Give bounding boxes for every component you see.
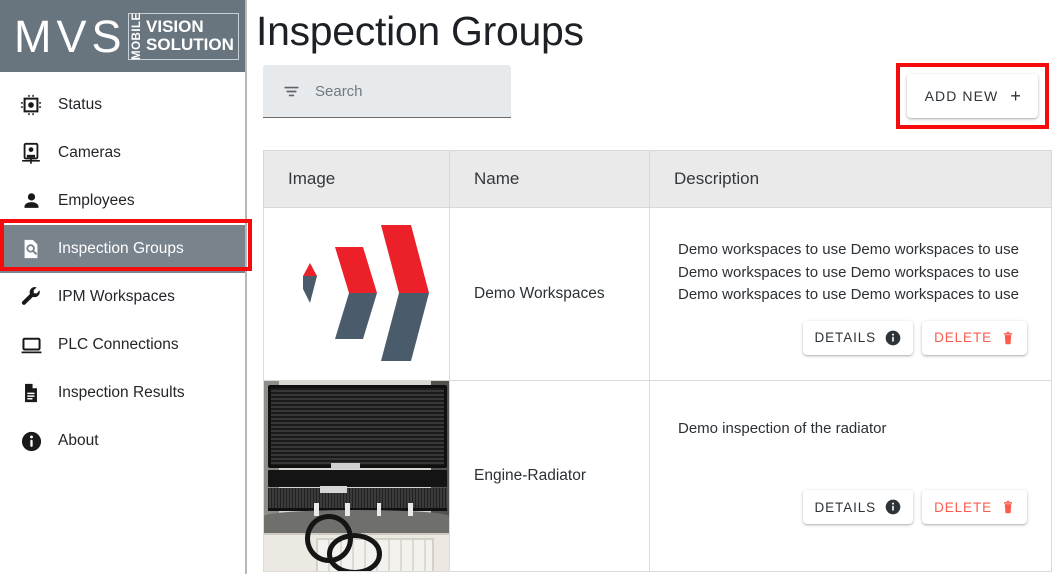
sidebar: MVS MOBILE VISION SOLUTION Status Camera… [0, 0, 252, 574]
table-row: Demo Workspaces Demo workspaces to use D… [263, 207, 1052, 381]
logo-solution-text: SOLUTION [146, 35, 234, 54]
info-icon [885, 330, 901, 346]
details-label: DETAILS [814, 499, 877, 515]
sidebar-item-label: IPM Workspaces [58, 288, 175, 306]
row-image-cell [263, 380, 450, 572]
camera-icon [18, 140, 44, 166]
plus-icon: + [1010, 86, 1022, 107]
sidebar-item-status[interactable]: Status [0, 81, 245, 129]
toolbar: ADD NEW + [247, 61, 1052, 130]
sidebar-item-label: Employees [58, 192, 135, 210]
sidebar-item-about[interactable]: About [0, 417, 245, 465]
sidebar-item-employees[interactable]: Employees [0, 177, 245, 225]
file-lines-icon [18, 380, 44, 406]
delete-button[interactable]: DELETE [922, 490, 1027, 525]
delete-label: DELETE [934, 330, 992, 346]
logo-vision-solution: VISION SOLUTION [146, 16, 234, 57]
row-description-cell: Demo workspaces to use Demo workspaces t… [649, 207, 1052, 381]
laptop-icon [18, 332, 44, 358]
sidebar-item-label: Cameras [58, 144, 121, 162]
sidebar-item-label: Inspection Groups [58, 240, 184, 258]
filter-icon [281, 81, 301, 101]
sidebar-item-label: About [58, 432, 99, 450]
delete-label: DELETE [934, 499, 992, 515]
row-name-cell: Engine-Radiator [449, 380, 650, 572]
add-new-highlight: ADD NEW + [895, 63, 1049, 130]
page-title: Inspection Groups [256, 8, 584, 54]
sidebar-item-inspection-groups[interactable]: Inspection Groups [0, 225, 245, 273]
description-text: Demo workspaces to use Demo workspaces t… [678, 240, 1019, 304]
sidebar-item-ipm-workspaces[interactable]: IPM Workspaces [0, 273, 245, 321]
chip-icon [18, 92, 44, 118]
radiator-photo [264, 381, 449, 571]
sidebar-item-label: Status [58, 96, 102, 114]
row-actions: DETAILS DELETE [678, 321, 1029, 356]
search-input[interactable] [313, 81, 493, 101]
inspection-groups-table-container: Image Name Description Demo Workspaces D… [263, 150, 1052, 574]
column-header-description[interactable]: Description [649, 150, 1052, 208]
details-button[interactable]: DETAILS [802, 321, 914, 356]
inspection-groups-table: Image Name Description Demo Workspaces D… [263, 150, 1052, 572]
sidebar-item-inspection-results[interactable]: Inspection Results [0, 369, 245, 417]
application-window: MVS MOBILE VISION SOLUTION Status Camera… [0, 0, 1052, 574]
column-header-name[interactable]: Name [449, 150, 650, 208]
mvs-chevron-logo-thumbnail[interactable] [265, 208, 449, 380]
trash-icon [1001, 330, 1015, 346]
column-header-image[interactable]: Image [263, 150, 450, 208]
delete-button[interactable]: DELETE [922, 321, 1027, 356]
add-new-label: ADD NEW [924, 88, 999, 105]
info-icon [885, 499, 901, 515]
search-field[interactable] [263, 65, 511, 119]
logo-vision-text: VISION [146, 16, 204, 36]
row-name-cell: Demo Workspaces [449, 207, 650, 381]
logo-mvs-text: MVS [14, 10, 127, 62]
details-button[interactable]: DETAILS [802, 490, 914, 525]
row-description-cell: Demo inspection of the radiator DETAILS [649, 380, 1052, 572]
wrench-icon [18, 284, 44, 310]
table-row: Engine-Radiator Demo inspection of the r… [263, 380, 1052, 572]
row-actions: DETAILS DELETE [678, 490, 1029, 525]
sidebar-item-label: PLC Connections [58, 336, 179, 354]
logo-mobile-text: MOBILE [130, 12, 143, 60]
info-circle-icon [18, 428, 44, 454]
app-logo: MVS MOBILE VISION SOLUTION [0, 0, 245, 72]
person-icon [18, 188, 44, 214]
description-text: Demo inspection of the radiator [678, 419, 887, 437]
sidebar-nav: Status Cameras Employees Inspection Grou… [0, 72, 245, 465]
logo-badge: MOBILE VISION SOLUTION [127, 12, 239, 60]
document-search-icon [18, 236, 44, 262]
trash-icon [1001, 499, 1015, 515]
add-new-button[interactable]: ADD NEW + [906, 74, 1038, 119]
row-image-cell [263, 207, 450, 381]
sidebar-item-plc-connections[interactable]: PLC Connections [0, 321, 245, 369]
chevron-logo-graphic [302, 225, 429, 361]
sidebar-item-label: Inspection Results [58, 384, 185, 402]
engine-radiator-photo-thumbnail[interactable] [264, 381, 449, 571]
sidebar-item-cameras[interactable]: Cameras [0, 129, 245, 177]
main-content: Inspection Groups ADD NEW + [247, 0, 1052, 574]
table-header-row: Image Name Description [263, 150, 1052, 208]
details-label: DETAILS [814, 330, 877, 346]
